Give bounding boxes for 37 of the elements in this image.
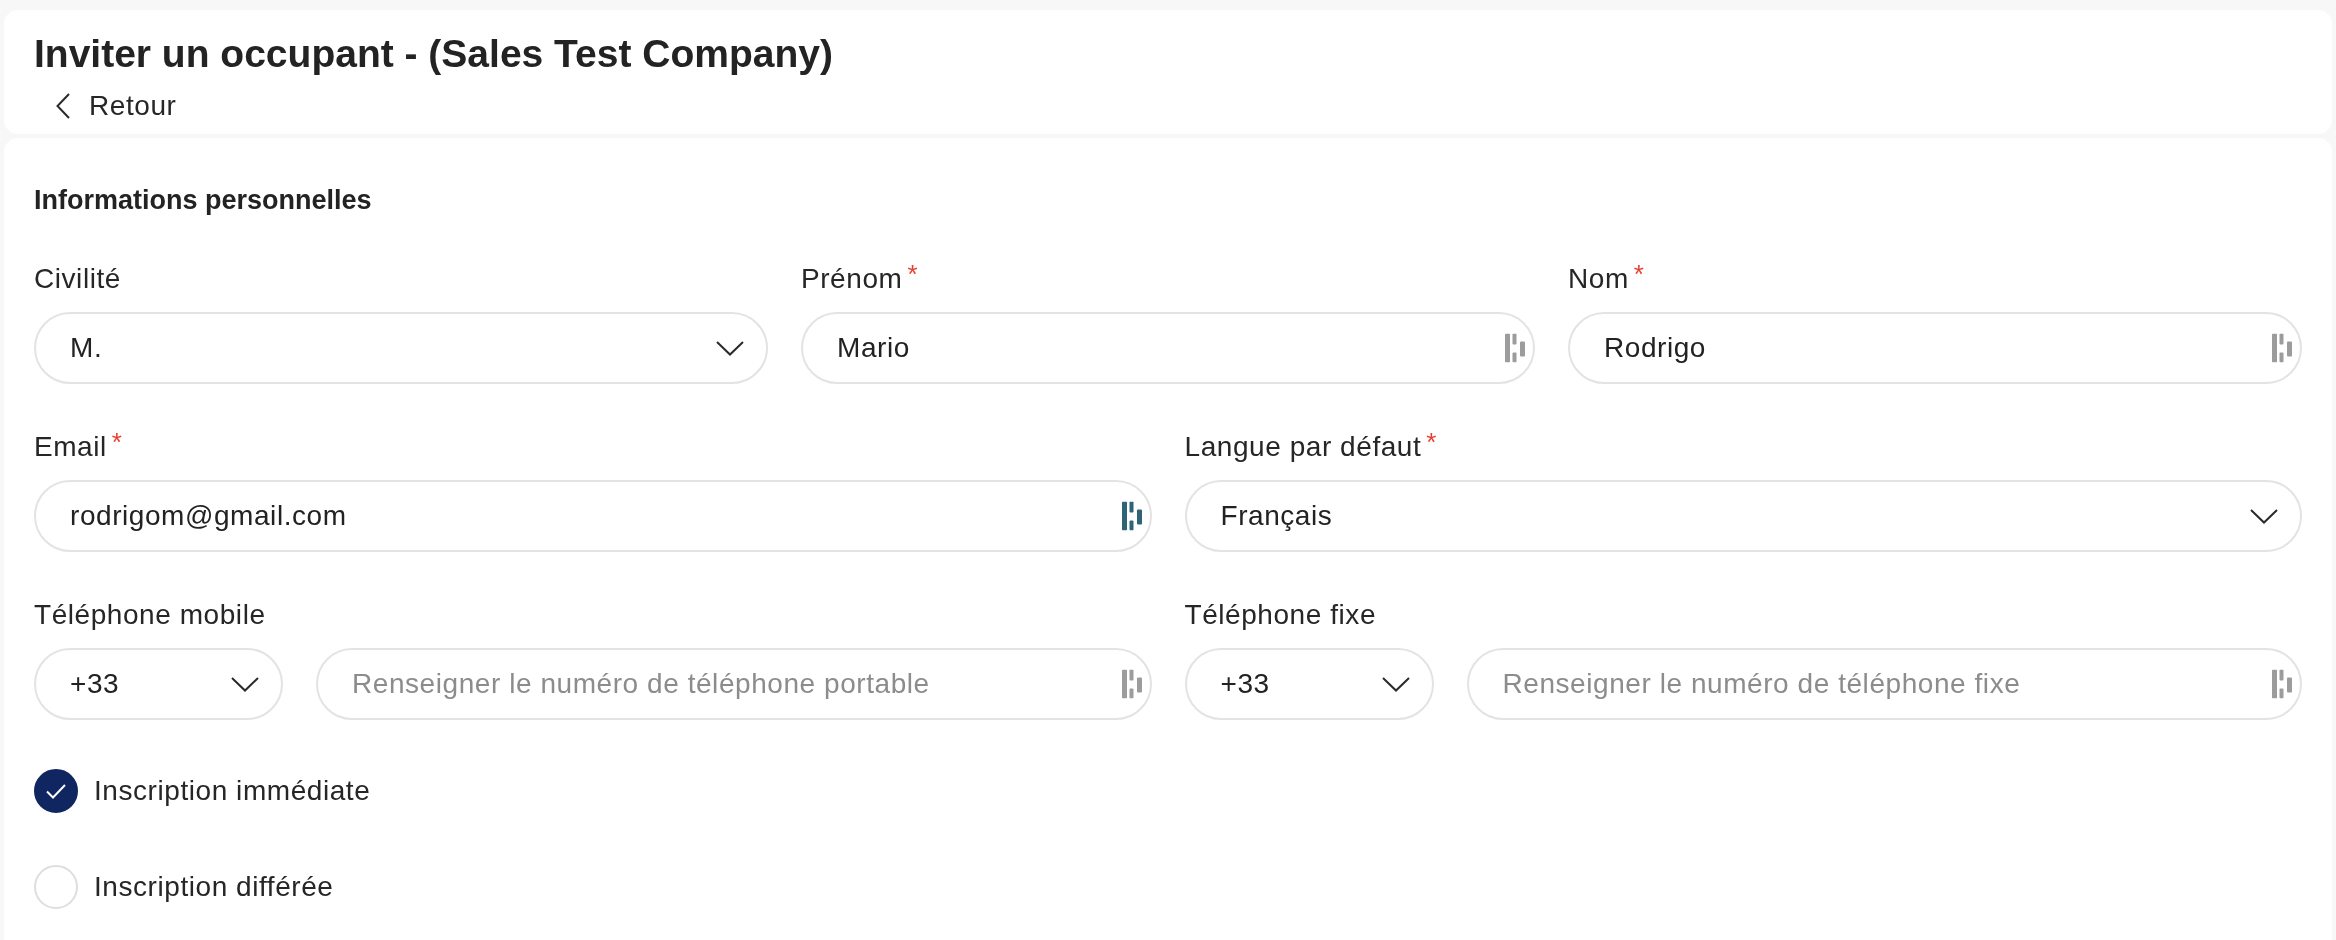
chevron-down-icon <box>2250 508 2278 524</box>
back-link[interactable]: Retour <box>34 90 177 122</box>
text-field[interactable]: rodrigom@gmail.com <box>34 480 1152 552</box>
bars-icon[interactable] <box>1121 669 1142 699</box>
page-title: Inviter un occupant - (Sales Test Company) <box>34 31 833 77</box>
chevron-down-icon <box>716 340 744 356</box>
bars-icon[interactable] <box>2272 669 2292 699</box>
chevron-down-icon <box>1381 676 1410 692</box>
check-icon <box>46 783 66 799</box>
field-label: Email <box>34 431 107 463</box>
field-label: Langue par défaut <box>1184 431 1422 463</box>
country-code-select[interactable]: +33 <box>1184 648 1434 720</box>
required-mark: * <box>1633 263 1644 285</box>
required-mark: * <box>111 431 122 453</box>
required-mark: * <box>1426 431 1437 453</box>
field-label: Téléphone fixe <box>1184 599 1377 631</box>
bars-icon[interactable] <box>1505 333 1525 363</box>
select-field[interactable]: Français <box>1184 480 2302 552</box>
required-mark: * <box>907 263 918 285</box>
radio-label: Inscription immédiate <box>94 775 371 807</box>
radio-label: Inscription différée <box>94 871 334 903</box>
chevron-down-icon <box>231 676 259 692</box>
field-label: Téléphone mobile <box>34 599 266 631</box>
radio-button[interactable] <box>34 769 78 813</box>
field-label: Nom <box>1568 263 1629 295</box>
field-label: Prénom <box>801 263 903 295</box>
field-label: Civilité <box>34 263 121 295</box>
country-code-select[interactable]: +33 <box>34 648 283 720</box>
text-field[interactable]: Rodrigo <box>1568 312 2302 384</box>
bars-icon[interactable] <box>1121 501 1142 531</box>
phone-number-field[interactable]: Renseigner le numéro de téléphone portable <box>316 648 1152 720</box>
bars-icon[interactable] <box>2272 333 2292 363</box>
section-title: Informations personnelles <box>34 184 372 216</box>
select-field[interactable]: M. <box>34 312 768 384</box>
text-field[interactable]: Mario <box>801 312 1535 384</box>
chevron-left-icon <box>56 93 70 119</box>
phone-number-field[interactable]: Renseigner le numéro de téléphone fixe <box>1466 648 2302 720</box>
